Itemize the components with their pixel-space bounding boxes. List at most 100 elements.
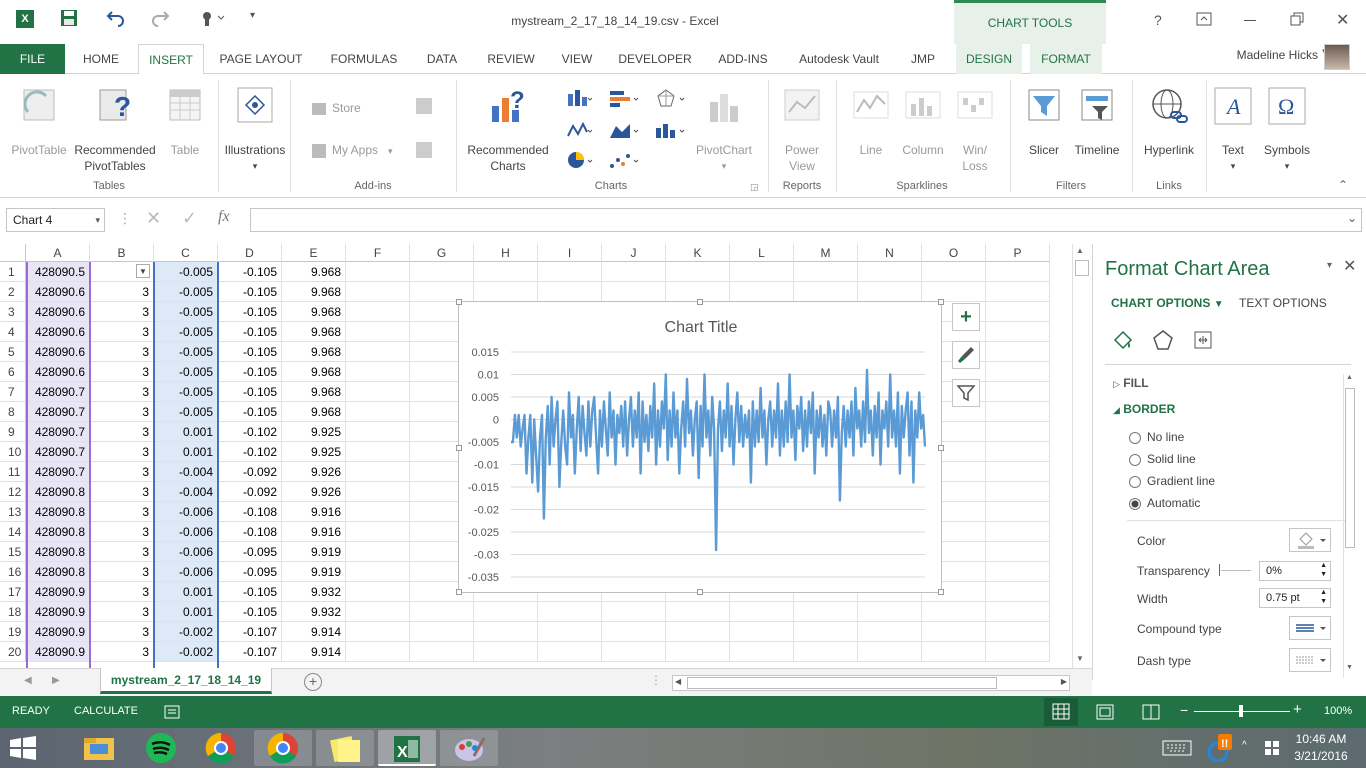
help-icon[interactable]: ? xyxy=(1154,12,1162,28)
table-cell[interactable] xyxy=(986,402,1050,422)
table-cell[interactable]: 0.001 xyxy=(154,422,218,442)
table-cell[interactable]: 428090.9 xyxy=(26,602,90,622)
table-cell[interactable] xyxy=(986,282,1050,302)
table-cell[interactable] xyxy=(858,262,922,282)
table-cell[interactable] xyxy=(794,642,858,662)
table-cell[interactable]: 428090.6 xyxy=(26,322,90,342)
scatter-chart-icon[interactable] xyxy=(608,150,640,173)
table-cell[interactable]: 428090.6 xyxy=(26,362,90,382)
table-cell[interactable] xyxy=(346,542,410,562)
resize-handle-r[interactable] xyxy=(938,445,944,451)
table-cell[interactable] xyxy=(346,382,410,402)
fill-section-toggle[interactable]: ▷ FILL xyxy=(1113,376,1149,390)
table-cell[interactable]: 9.919 xyxy=(282,562,346,582)
table-cell[interactable] xyxy=(474,262,538,282)
row-header[interactable]: 5 xyxy=(0,342,26,362)
radio-gradient-line[interactable]: Gradient line xyxy=(1129,474,1215,488)
scroll-down-icon[interactable]: ▼ xyxy=(1076,654,1084,663)
row-header[interactable]: 15 xyxy=(0,542,26,562)
spotify-icon[interactable] xyxy=(132,730,190,766)
text-button[interactable]: A Text ▾ xyxy=(1210,86,1256,174)
table-cell[interactable] xyxy=(730,602,794,622)
table-cell[interactable]: 3 xyxy=(90,542,154,562)
table-cell[interactable]: 9.932 xyxy=(282,602,346,622)
table-cell[interactable]: 9.968 xyxy=(282,382,346,402)
scroll-up-icon[interactable]: ▲ xyxy=(1076,246,1084,255)
sheet-tab[interactable]: mystream_2_17_18_14_19 xyxy=(100,668,272,694)
table-cell[interactable] xyxy=(986,442,1050,462)
table-cell[interactable]: 3 xyxy=(90,322,154,342)
column-header-a[interactable]: A xyxy=(26,244,90,262)
table-cell[interactable]: -0.006 xyxy=(154,502,218,522)
table-cell[interactable]: -0.005 xyxy=(154,362,218,382)
radio-no-line[interactable]: No line xyxy=(1129,430,1184,444)
table-cell[interactable]: 3 xyxy=(90,502,154,522)
table-cell[interactable] xyxy=(794,602,858,622)
pivottable-button[interactable]: PivotTable xyxy=(6,86,72,158)
vertical-scroll-thumb[interactable] xyxy=(1075,260,1089,276)
table-cell[interactable]: 428090.8 xyxy=(26,542,90,562)
table-cell[interactable] xyxy=(986,422,1050,442)
row-header[interactable]: 7 xyxy=(0,382,26,402)
table-cell[interactable]: -0.108 xyxy=(218,502,282,522)
table-button[interactable]: Table xyxy=(162,86,208,158)
table-cell[interactable]: 9.968 xyxy=(282,282,346,302)
user-name[interactable]: Madeline Hicks xyxy=(1200,48,1318,62)
table-cell[interactable] xyxy=(346,502,410,522)
zoom-out-icon[interactable]: − xyxy=(1180,702,1188,718)
column-header-b[interactable]: B xyxy=(90,244,154,262)
table-cell[interactable] xyxy=(410,622,474,642)
power-view-button[interactable]: Power View xyxy=(774,86,830,174)
table-cell[interactable]: 3 xyxy=(90,342,154,362)
zoom-slider-thumb[interactable] xyxy=(1239,705,1243,717)
table-cell[interactable]: -0.004 xyxy=(154,462,218,482)
table-cell[interactable] xyxy=(538,602,602,622)
table-cell[interactable] xyxy=(730,282,794,302)
table-cell[interactable] xyxy=(410,602,474,622)
table-cell[interactable] xyxy=(346,262,410,282)
chrome-active-icon[interactable] xyxy=(254,730,312,766)
effects-icon[interactable] xyxy=(1151,328,1175,355)
table-cell[interactable]: -0.105 xyxy=(218,362,282,382)
column-header-c[interactable]: C xyxy=(154,244,218,262)
table-cell[interactable]: 9.932 xyxy=(282,582,346,602)
avatar[interactable] xyxy=(1324,44,1350,70)
table-cell[interactable] xyxy=(986,382,1050,402)
table-cell[interactable]: 9.926 xyxy=(282,462,346,482)
table-cell[interactable]: 428090.7 xyxy=(26,462,90,482)
table-cell[interactable] xyxy=(474,282,538,302)
table-cell[interactable]: 9.968 xyxy=(282,302,346,322)
radio-solid-line[interactable]: Solid line xyxy=(1129,452,1196,466)
zoom-in-icon[interactable]: + xyxy=(1293,701,1302,718)
table-cell[interactable] xyxy=(730,262,794,282)
table-cell[interactable]: 428090.7 xyxy=(26,422,90,442)
row-header[interactable]: 1 xyxy=(0,262,26,282)
table-cell[interactable]: 428090.5 xyxy=(26,262,90,282)
column-chart-icon[interactable] xyxy=(566,88,594,111)
table-cell[interactable] xyxy=(858,622,922,642)
transparency-slider[interactable] xyxy=(1219,564,1220,576)
column-header-n[interactable]: N xyxy=(858,244,922,262)
resize-handle-br[interactable] xyxy=(938,589,944,595)
table-cell[interactable]: -0.005 xyxy=(154,402,218,422)
insert-function-icon[interactable]: fx xyxy=(218,208,230,226)
table-cell[interactable] xyxy=(986,542,1050,562)
area-chart-icon[interactable] xyxy=(608,120,640,143)
column-header-p[interactable]: P xyxy=(986,244,1050,262)
table-cell[interactable] xyxy=(538,262,602,282)
column-header-d[interactable]: D xyxy=(218,244,282,262)
notification-app-icon[interactable]: !! xyxy=(1206,734,1236,765)
table-cell[interactable] xyxy=(986,582,1050,602)
column-header-h[interactable]: H xyxy=(474,244,538,262)
table-cell[interactable]: -0.105 xyxy=(218,402,282,422)
tab-developer[interactable]: DEVELOPER xyxy=(614,44,696,74)
restore-icon[interactable] xyxy=(1290,12,1304,29)
row-header[interactable]: 12 xyxy=(0,482,26,502)
tab-format[interactable]: FORMAT xyxy=(1030,44,1102,74)
table-cell[interactable]: -0.004 xyxy=(154,482,218,502)
table-cell[interactable]: -0.102 xyxy=(218,422,282,442)
table-cell[interactable]: 428090.9 xyxy=(26,622,90,642)
table-cell[interactable]: 3 xyxy=(90,282,154,302)
table-cell[interactable] xyxy=(474,602,538,622)
color-picker-button[interactable] xyxy=(1289,528,1331,552)
